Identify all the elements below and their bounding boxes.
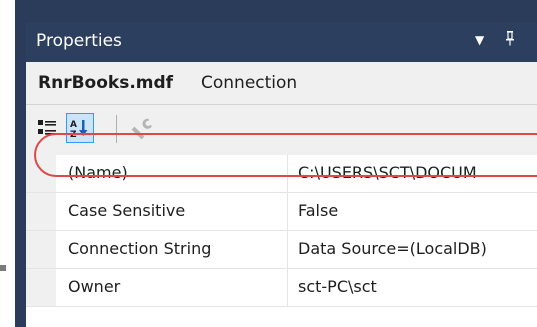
- panel-titlebar: Properties ▼: [26, 22, 537, 62]
- property-name: Connection String: [68, 239, 212, 258]
- svg-text:A: A: [70, 120, 77, 130]
- property-row[interactable]: Connection String Data Source=(LocalDB): [26, 231, 537, 269]
- object-name: RnrBooks.mdf: [38, 73, 174, 93]
- pointer-marker: [0, 265, 6, 271]
- annotation-highlight: [34, 133, 537, 177]
- column-divider[interactable]: [287, 231, 288, 268]
- row-gutter: [26, 193, 56, 230]
- column-divider[interactable]: [287, 269, 288, 306]
- properties-panel: Properties ▼ RnrBooks.mdf Connection A Z…: [26, 22, 537, 327]
- row-gutter: [26, 231, 56, 268]
- panel-title: Properties: [36, 31, 122, 51]
- property-row[interactable]: Owner sct-PC\sct: [26, 269, 537, 307]
- property-value[interactable]: False: [298, 201, 338, 220]
- dropdown-icon[interactable]: ▼: [475, 33, 484, 47]
- property-name: Owner: [68, 277, 121, 296]
- property-value[interactable]: sct-PC\sct: [298, 277, 377, 296]
- row-gutter: [26, 269, 56, 306]
- property-name: Case Sensitive: [68, 201, 186, 220]
- property-value[interactable]: Data Source=(LocalDB): [298, 239, 487, 258]
- object-selector[interactable]: RnrBooks.mdf Connection: [26, 62, 537, 105]
- column-divider[interactable]: [287, 193, 288, 230]
- property-row[interactable]: Case Sensitive False: [26, 193, 537, 231]
- pin-icon[interactable]: [504, 30, 516, 50]
- property-grid: (Name) C:\USERS\SCT\DOCUM Case Sensitive…: [26, 155, 537, 327]
- object-type: Connection: [201, 73, 298, 93]
